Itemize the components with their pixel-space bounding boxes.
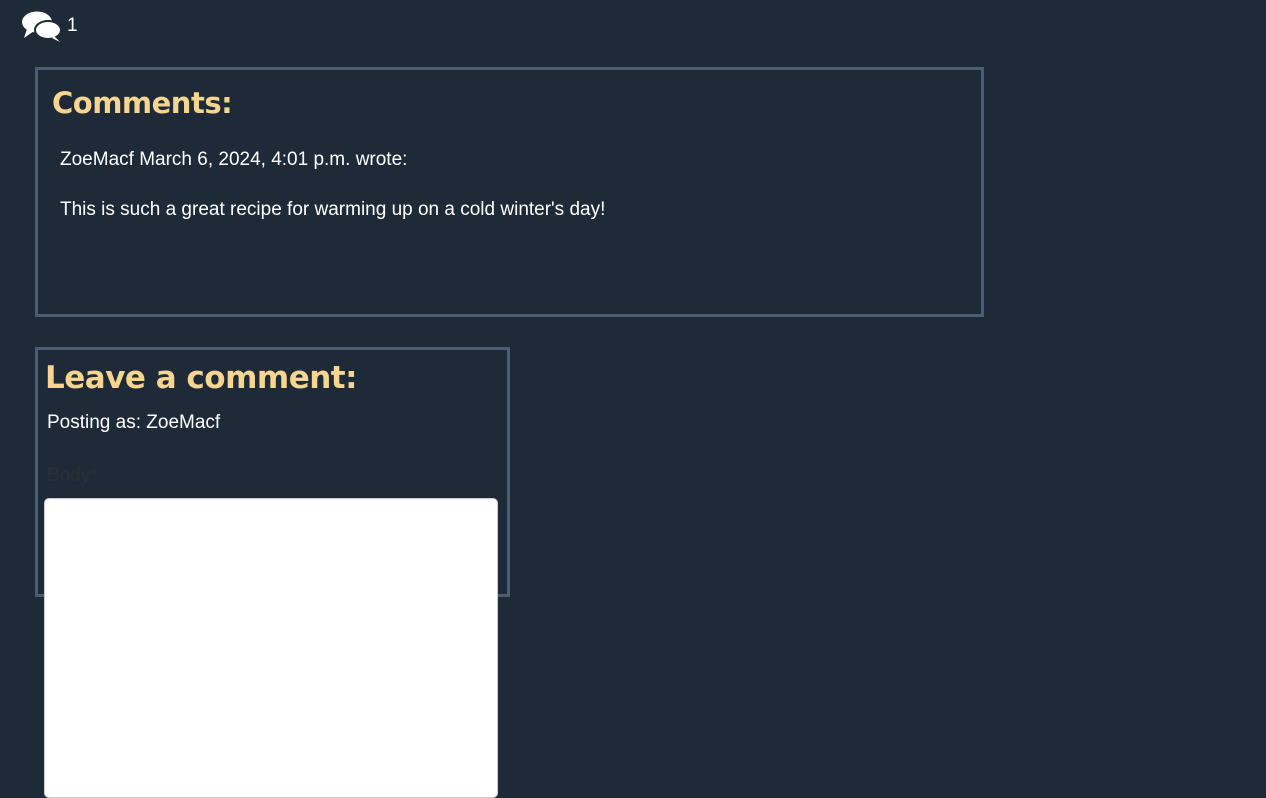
comment-count-value: 1 [67, 15, 78, 36]
comment-body-input[interactable] [44, 498, 498, 798]
comment-body: This is such a great recipe for warming … [60, 199, 606, 220]
posting-as-text: Posting as: ZoeMacf [47, 412, 221, 433]
body-label: Body* [47, 465, 98, 486]
comments-heading: Comments: [52, 86, 233, 120]
leave-comment-heading: Leave a comment: [45, 360, 358, 396]
comment-count: 1 [21, 9, 78, 43]
comments-section: Comments: ZoeMacf March 6, 2024, 4:01 p.… [35, 67, 984, 317]
comments-icon [21, 9, 63, 43]
comment-meta: ZoeMacf March 6, 2024, 4:01 p.m. wrote: [60, 149, 408, 170]
